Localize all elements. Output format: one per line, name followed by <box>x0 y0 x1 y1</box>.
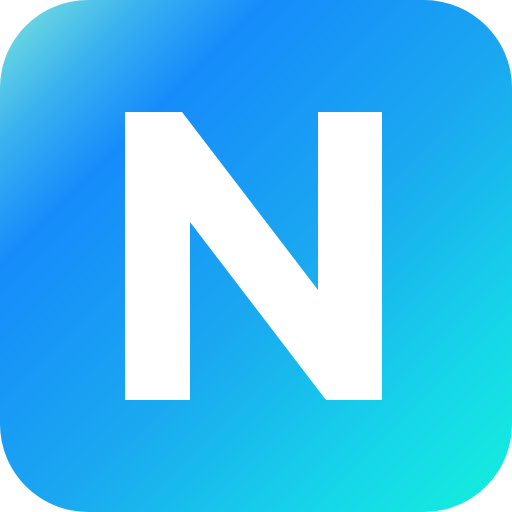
letter-n-glyph: N <box>125 112 382 400</box>
app-icon-tile[interactable]: N <box>0 0 512 512</box>
letter-n-shape <box>125 112 382 400</box>
